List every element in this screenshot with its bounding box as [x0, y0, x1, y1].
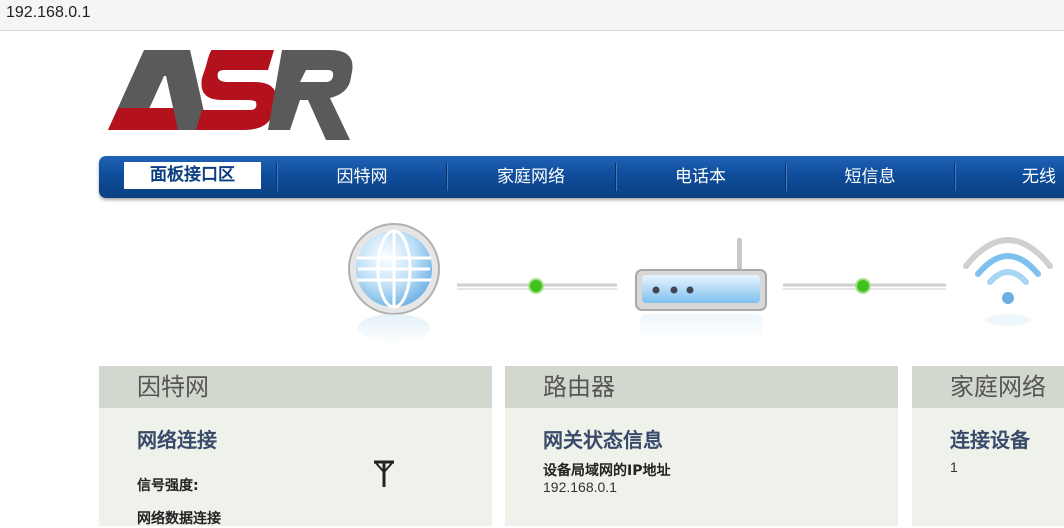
nav-item-sms[interactable]: 短信息 [786, 156, 954, 198]
network-connection-heading: 网络连接 [137, 428, 217, 452]
link-line-internet [457, 278, 617, 294]
connected-devices-value: 1 [950, 459, 958, 475]
nav-item-internet[interactable]: 因特网 [277, 156, 447, 198]
lan-ip-value: 192.168.0.1 [543, 479, 617, 495]
nav-divider [954, 163, 956, 191]
connected-devices-heading: 连接设备 [950, 428, 1030, 452]
nav-item-wireless[interactable]: 无线 [999, 156, 1064, 198]
home-network-panel: 家庭网络 连接设备 1 [912, 366, 1064, 526]
router-icon [630, 238, 770, 342]
wifi-icon [963, 237, 1053, 326]
main-nav: 面板接口区 因特网 家庭网络 电话本 短信息 无线 [99, 156, 1064, 198]
data-connection-label: 网络数据连接 [137, 511, 221, 527]
gateway-status-heading: 网关状态信息 [543, 428, 663, 452]
url-text[interactable]: 192.168.0.1 [6, 4, 91, 22]
router-panel: 路由器 网关状态信息 设备局域网的IP地址 192.168.0.1 [505, 366, 898, 526]
signal-strength-label: 信号强度: [137, 478, 199, 494]
internet-panel: 因特网 网络连接 信号强度: 网络数据连接 [99, 366, 492, 527]
panel-title: 路由器 [505, 366, 898, 408]
nav-item-home-network[interactable]: 家庭网络 [447, 156, 615, 198]
nav-item-dashboard[interactable]: 面板接口区 [124, 162, 261, 189]
asr-logo [108, 50, 353, 140]
lan-ip-label: 设备局域网的IP地址 [543, 463, 671, 479]
address-bar[interactable]: 192.168.0.1 [0, 0, 1064, 31]
link-line-wireless [783, 278, 946, 294]
panel-title: 因特网 [99, 366, 492, 408]
nav-item-phonebook[interactable]: 电话本 [616, 156, 785, 198]
network-diagram [348, 223, 1053, 346]
globe-icon [348, 223, 440, 346]
panel-title: 家庭网络 [912, 366, 1064, 408]
antenna-icon [374, 460, 394, 487]
